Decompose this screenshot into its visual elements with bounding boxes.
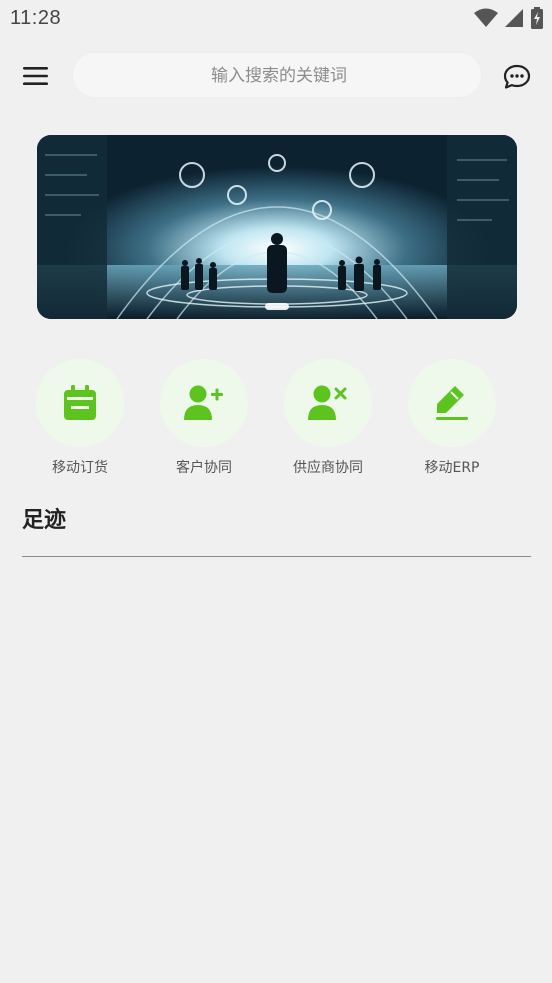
shortcut-mobile-ordering[interactable]: 移动订货 [25, 359, 135, 479]
status-bar: 11:28 [0, 0, 552, 38]
shortcut-label: 客户协同 [176, 460, 232, 476]
section-divider [22, 556, 531, 557]
shortcut-icon-circle [160, 359, 248, 447]
shortcut-supplier-collaboration[interactable]: 供应商协同 [273, 359, 383, 479]
carousel-indicator [265, 303, 289, 310]
top-bar [0, 52, 552, 100]
status-icons [474, 7, 544, 29]
menu-icon [23, 67, 48, 85]
shortcut-label: 移动ERP [424, 460, 480, 476]
remove-user-icon [308, 385, 347, 420]
menu-button[interactable] [22, 64, 50, 88]
shortcut-customer-collaboration[interactable]: 客户协同 [149, 359, 259, 479]
calendar-icon [64, 385, 96, 420]
shortcut-icon-circle [408, 359, 496, 447]
battery-charging-icon [530, 7, 544, 29]
message-icon [503, 64, 531, 89]
add-user-icon [184, 385, 223, 420]
shortcut-mobile-erp[interactable]: 移动ERP [397, 359, 507, 479]
banner-image [37, 135, 517, 319]
edit-pencil-icon [436, 386, 468, 420]
banner-carousel[interactable] [37, 135, 517, 319]
shortcut-icon-circle [284, 359, 372, 447]
status-time: 11:28 [10, 7, 62, 29]
cellular-signal-icon [504, 8, 524, 28]
shortcut-grid: 移动订货 客户协同 供应商协同 移动ERP [0, 359, 552, 479]
shortcut-label: 供应商协同 [293, 460, 363, 476]
footprint-title: 足迹 [22, 508, 67, 533]
wifi-icon [474, 8, 498, 28]
search-input[interactable] [72, 52, 486, 100]
message-button[interactable] [502, 64, 532, 90]
search-bar[interactable] [72, 52, 486, 100]
shortcut-label: 移动订货 [52, 460, 108, 476]
shortcut-icon-circle [36, 359, 124, 447]
